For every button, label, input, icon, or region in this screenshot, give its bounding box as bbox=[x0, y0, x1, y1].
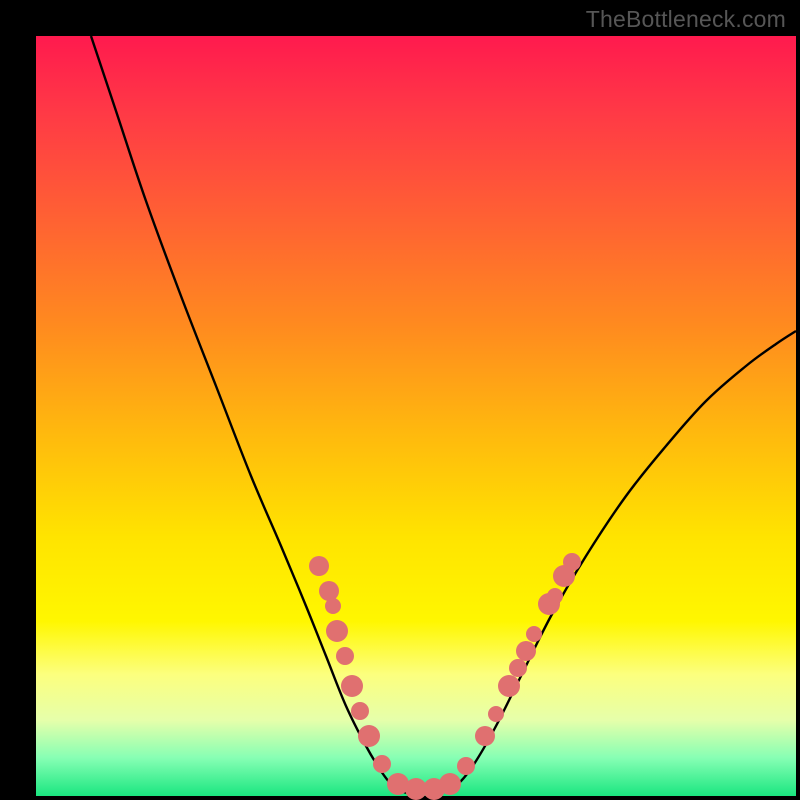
data-point bbox=[509, 659, 527, 677]
data-point bbox=[325, 598, 341, 614]
data-point bbox=[526, 626, 542, 642]
data-point bbox=[498, 675, 520, 697]
data-point bbox=[516, 641, 536, 661]
data-point bbox=[457, 757, 475, 775]
data-point bbox=[373, 755, 391, 773]
data-point bbox=[336, 647, 354, 665]
data-point bbox=[326, 620, 348, 642]
watermark-text: TheBottleneck.com bbox=[586, 6, 786, 33]
data-point bbox=[475, 726, 495, 746]
data-point bbox=[563, 553, 581, 571]
data-point bbox=[309, 556, 329, 576]
chart-plot-area bbox=[36, 36, 796, 796]
chart-frame: TheBottleneck.com bbox=[0, 0, 800, 800]
data-point bbox=[351, 702, 369, 720]
data-point bbox=[358, 725, 380, 747]
data-point bbox=[547, 588, 563, 604]
data-point bbox=[439, 773, 461, 795]
data-point bbox=[341, 675, 363, 697]
data-points-layer bbox=[36, 36, 796, 796]
data-point bbox=[488, 706, 504, 722]
